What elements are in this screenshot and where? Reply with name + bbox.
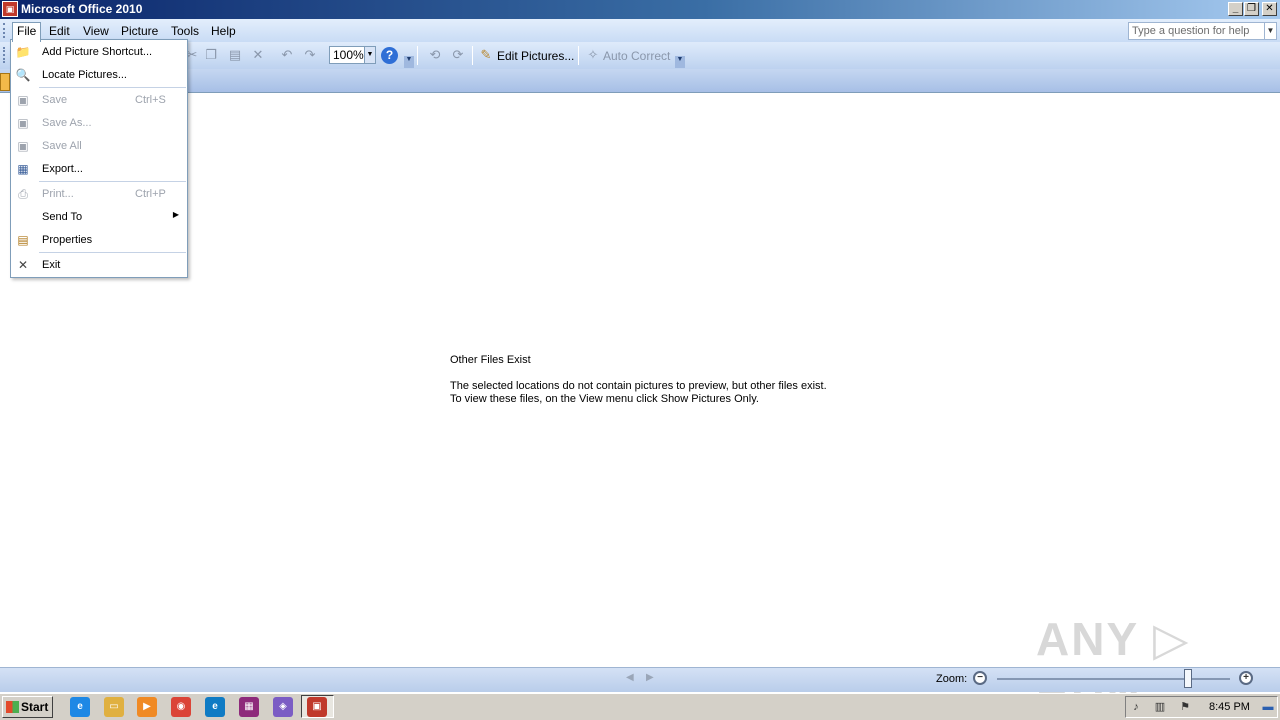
close-icon: ✕ (17, 258, 29, 272)
menu-file[interactable]: File (12, 22, 42, 42)
network-icon[interactable]: ▥ (1153, 700, 1167, 714)
title-bar: ▣ Microsoft Office 2010 _ ❐ ✕ (0, 0, 1280, 19)
file-menu-dropdown: 📁 Add Picture Shortcut... 🔍 Locate Pictu… (10, 39, 188, 278)
toolbar-grip[interactable] (3, 47, 6, 63)
delete-icon[interactable]: ✕ (250, 47, 266, 63)
auto-correct-icon: ✧ (587, 47, 599, 62)
volume-icon[interactable]: ♪ (1129, 700, 1143, 714)
auto-correct-button[interactable]: Auto Correct (603, 49, 670, 63)
menu-separator (39, 181, 186, 182)
minimize-button[interactable]: _ (1228, 2, 1243, 16)
toolbar-options-chevron-icon[interactable]: ▼ (675, 56, 685, 68)
visual-studio-icon[interactable]: ◈ (273, 697, 293, 717)
help-icon[interactable]: ? (381, 47, 398, 64)
toolbar-separator (417, 46, 418, 65)
save-icon: ▣ (17, 93, 29, 107)
properties-icon: ▤ (17, 233, 29, 247)
toolbar-options-chevron-icon[interactable]: ▼ (404, 56, 414, 68)
copy-icon[interactable]: ❐ (203, 47, 219, 63)
rotate-left-icon[interactable]: ⟲ (427, 47, 443, 63)
office-picture-manager-icon: ▣ (2, 1, 18, 17)
chrome-icon[interactable]: ◉ (171, 697, 191, 717)
submenu-arrow-icon: ▶ (172, 210, 179, 219)
media-player-icon[interactable]: ▶ (137, 697, 157, 717)
window-title: Microsoft Office 2010 (21, 2, 143, 16)
rotate-right-icon[interactable]: ⟳ (450, 47, 466, 63)
menu-item-export[interactable]: ▦ Export... (11, 158, 187, 180)
menu-view[interactable]: View (79, 23, 113, 39)
zoom-value: 100% (333, 48, 364, 62)
edit-pictures-button[interactable]: Edit Pictures... (497, 49, 574, 63)
help-search-box[interactable]: Type a question for help ▼ (1128, 22, 1277, 40)
save-as-icon: ▣ (17, 116, 29, 130)
help-search-placeholder: Type a question for help (1132, 25, 1250, 37)
menu-help[interactable]: Help (207, 23, 240, 39)
toolbar-separator (578, 46, 579, 65)
chevron-down-icon[interactable]: ▼ (1264, 23, 1276, 39)
next-arrow-icon[interactable]: ▶ (646, 672, 654, 683)
shortcuts-pane-tab[interactable] (0, 73, 10, 91)
toolbar-separator (472, 46, 473, 65)
close-window-button[interactable]: ✕ (1262, 2, 1277, 16)
previous-arrow-icon[interactable]: ◀ (626, 672, 634, 683)
message-title: Other Files Exist (450, 354, 531, 366)
locate-pictures-icon: 🔍 (15, 68, 31, 82)
menu-picture[interactable]: Picture (117, 23, 162, 39)
save-all-icon: ▣ (17, 139, 29, 153)
menu-item-save[interactable]: ▣ Save Ctrl+S (11, 89, 187, 111)
zoom-slider[interactable] (997, 678, 1230, 680)
start-label: Start (21, 700, 49, 714)
action-center-flag-icon[interactable]: ⚑ (1178, 700, 1192, 714)
menu-item-print[interactable]: ⎙ Print... Ctrl+P (11, 183, 187, 205)
menu-item-properties[interactable]: ▤ Properties (11, 229, 187, 251)
zoom-slider-thumb[interactable] (1184, 669, 1193, 688)
redo-icon[interactable]: ↷ (302, 47, 318, 63)
system-tray (1125, 696, 1278, 718)
message-line-2: To view these files, on the View menu cl… (450, 393, 759, 405)
start-button[interactable]: Start (2, 696, 53, 718)
menu-item-add-picture-shortcut[interactable]: 📁 Add Picture Shortcut... (11, 41, 187, 63)
message-line-1: The selected locations do not contain pi… (450, 380, 827, 392)
restore-button[interactable]: ❐ (1244, 2, 1259, 16)
menu-tools[interactable]: Tools (167, 23, 203, 39)
internet-explorer-icon[interactable]: e (70, 697, 90, 717)
menu-edit[interactable]: Edit (45, 23, 74, 39)
menu-separator (39, 87, 186, 88)
winrar-icon[interactable]: ▦ (239, 697, 259, 717)
zoom-in-icon[interactable]: + (1239, 671, 1253, 685)
taskbar (0, 693, 1280, 720)
export-icon: ▦ (17, 162, 29, 176)
menu-bar: File Edit View Picture Tools Help (0, 19, 1280, 42)
add-picture-shortcut-icon: 📁 (15, 45, 31, 59)
zoom-label: Zoom: (936, 673, 968, 685)
toolbar-grip[interactable] (3, 23, 6, 38)
show-desktop-icon[interactable]: ▬ (1261, 700, 1275, 714)
undo-icon[interactable]: ↶ (279, 47, 295, 63)
zoom-select[interactable]: 100% ▼ (329, 46, 376, 64)
zoom-out-icon[interactable]: − (973, 671, 987, 685)
edit-pictures-icon: ✎ (480, 47, 492, 62)
menu-item-save-as[interactable]: ▣ Save As... (11, 112, 187, 134)
windows-logo-icon (6, 701, 19, 713)
menu-item-locate-pictures[interactable]: 🔍 Locate Pictures... (11, 64, 187, 86)
menu-item-send-to[interactable]: Send To ▶ (11, 206, 187, 228)
chevron-down-icon[interactable]: ▼ (364, 47, 375, 63)
edge-icon[interactable]: e (205, 697, 225, 717)
file-explorer-icon[interactable]: ▭ (104, 697, 124, 717)
pane-header-strip (0, 69, 1280, 93)
menu-separator (39, 252, 186, 253)
print-icon: ⎙ (18, 187, 28, 201)
menu-item-exit[interactable]: ✕ Exit (11, 254, 187, 276)
menu-item-save-all[interactable]: ▣ Save All (11, 135, 187, 157)
clock: 8:45 PM (1209, 701, 1250, 713)
paste-icon[interactable]: ▤ (227, 47, 243, 63)
picture-manager-icon[interactable]: ▣ (307, 697, 327, 717)
